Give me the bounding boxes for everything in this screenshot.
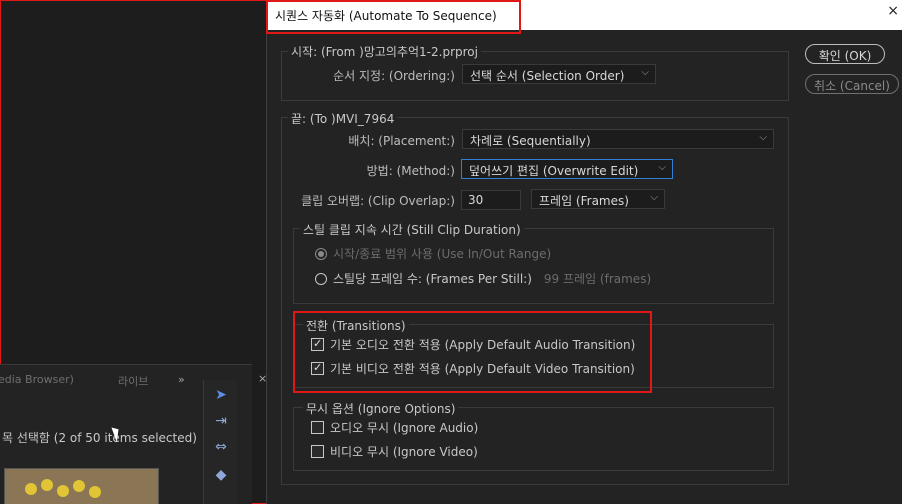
- track-select-icon[interactable]: ⇥: [212, 412, 230, 430]
- clip-thumbnail[interactable]: [4, 468, 159, 504]
- selection-tool-icon[interactable]: ➤: [212, 386, 230, 404]
- placement-value: 차례로 (Sequentially): [470, 134, 591, 148]
- placement-label: 배치: (Placement:): [348, 134, 455, 148]
- more-tabs-icon[interactable]: »: [178, 373, 185, 386]
- ignore-video-checkbox[interactable]: 비디오 무시 (Ignore Video): [311, 443, 478, 460]
- checkbox-icon: [311, 421, 324, 434]
- tab-media-browser[interactable]: edia Browser): [0, 373, 74, 386]
- cancel-button[interactable]: 취소 (Cancel): [805, 74, 899, 94]
- overlap-unit-dropdown[interactable]: 프레임 (Frames) ⌵: [531, 189, 665, 209]
- method-value: 덮어쓰기 편집 (Overwrite Edit): [469, 164, 639, 178]
- ignore-options-label: 무시 옵션 (Ignore Options): [303, 400, 459, 417]
- ok-button[interactable]: 확인 (OK): [805, 44, 885, 64]
- tab-libraries[interactable]: 라이브: [118, 373, 148, 389]
- placement-dropdown[interactable]: 차례로 (Sequentially) ⌵: [462, 129, 774, 149]
- radio-icon: [315, 247, 327, 260]
- chevron-down-icon: ⌵: [759, 132, 767, 143]
- ripple-edit-icon[interactable]: ⇔: [212, 438, 230, 456]
- automate-to-sequence-dialog: 시퀀스 자동화 (Automate To Sequence) × 시작: (Fr…: [266, 0, 902, 504]
- ordering-dropdown[interactable]: 선택 순서 (Selection Order) ⌵: [462, 64, 656, 84]
- checkbox-icon: [311, 361, 324, 375]
- selection-status: 목 선택함 (2 of 50 items selected): [2, 431, 197, 445]
- ordering-value: 선택 순서 (Selection Order): [470, 69, 625, 83]
- apply-video-transition-checkbox[interactable]: 기본 비디오 전환 적용 (Apply Default Video Transi…: [311, 360, 635, 377]
- still-duration-group: [293, 228, 774, 304]
- ignore-audio-checkbox[interactable]: 오디오 무시 (Ignore Audio): [311, 419, 478, 436]
- close-icon[interactable]: ×: [887, 4, 899, 18]
- method-dropdown[interactable]: 덮어쓰기 편집 (Overwrite Edit) ⌵: [461, 159, 673, 179]
- overlap-unit-value: 프레임 (Frames): [539, 194, 629, 208]
- frames-per-still-label: 스틸당 프레임 수: (Frames Per Still:): [333, 272, 532, 286]
- frames-per-still-radio[interactable]: 스틸당 프레임 수: (Frames Per Still:) 99 프레임 (f…: [315, 270, 651, 287]
- checkbox-icon: [311, 445, 324, 458]
- still-duration-label: 스틸 클립 지속 시간 (Still Clip Duration): [300, 221, 524, 238]
- use-in-out-radio[interactable]: 시작/종료 범위 사용 (Use In/Out Range): [315, 245, 551, 262]
- tools-panel: ➤ ⇥ ⇔ ◆: [203, 380, 237, 504]
- chevron-down-icon: ⌵: [658, 162, 666, 173]
- frames-per-still-value: 99 프레임 (frames): [543, 272, 652, 286]
- to-label: 끝: (To )MVI_7964: [288, 110, 398, 127]
- apply-audio-transition-checkbox[interactable]: 기본 오디오 전환 적용 (Apply Default Audio Transi…: [311, 336, 635, 353]
- clip-overlap-label: 클립 오버랩: (Clip Overlap:): [301, 194, 455, 208]
- ordering-label: 순서 지정: (Ordering:): [333, 69, 455, 83]
- ignore-audio-label: 오디오 무시 (Ignore Audio): [330, 421, 479, 435]
- dialog-title: 시퀀스 자동화 (Automate To Sequence): [275, 9, 497, 23]
- ignore-video-label: 비디오 무시 (Ignore Video): [330, 445, 478, 459]
- transitions-label: 전환 (Transitions): [303, 317, 409, 334]
- razor-icon[interactable]: ◆: [212, 466, 230, 484]
- apply-video-transition-label: 기본 비디오 전환 적용 (Apply Default Video Transi…: [330, 362, 635, 376]
- method-label: 방법: (Method:): [366, 164, 455, 178]
- from-label: 시작: (From )망고의추억1-2.prproj: [288, 43, 481, 60]
- checkbox-icon: [311, 337, 324, 351]
- radio-icon: [315, 272, 327, 285]
- use-in-out-label: 시작/종료 범위 사용 (Use In/Out Range): [333, 247, 552, 261]
- clip-overlap-input[interactable]: 30: [461, 190, 521, 210]
- chevron-down-icon: ⌵: [650, 192, 658, 203]
- chevron-down-icon: ⌵: [641, 67, 649, 78]
- dialog-titlebar: 시퀀스 자동화 (Automate To Sequence) ×: [267, 0, 902, 30]
- apply-audio-transition-label: 기본 오디오 전환 적용 (Apply Default Audio Transi…: [330, 338, 636, 352]
